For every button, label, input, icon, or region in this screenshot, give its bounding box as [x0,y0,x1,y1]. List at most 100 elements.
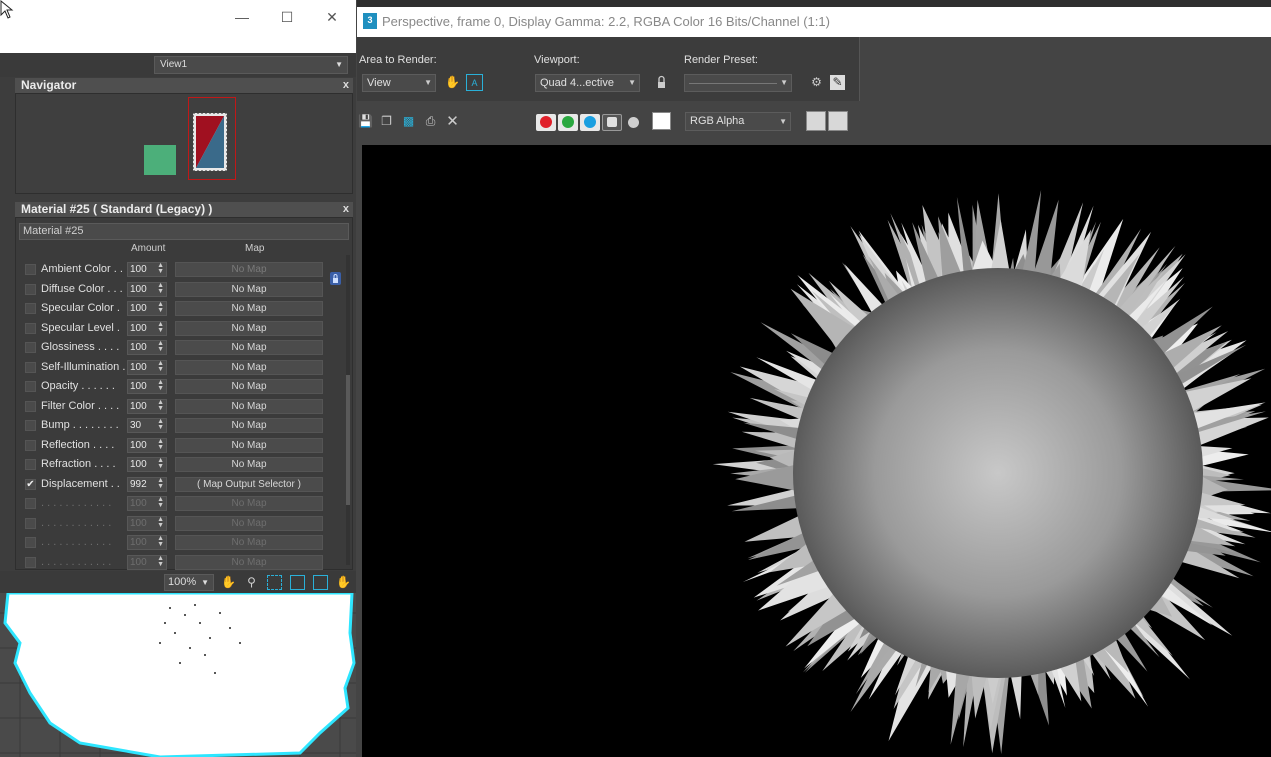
zoom-magnifier-icon[interactable]: ⚲ [244,575,259,590]
map-slot-button[interactable]: No Map [175,535,323,550]
rendered-image-area[interactable] [362,145,1271,757]
material-panel-header[interactable]: Material #25 ( Standard (Legacy) ) x [15,202,353,217]
material-close-icon[interactable]: x [343,202,349,217]
map-amount-spinner[interactable]: 100 ▲ ▼ [127,398,167,414]
map-enable-checkbox[interactable] [25,361,36,373]
copy-image-icon[interactable]: ❐ [378,113,395,130]
map-slot-button[interactable]: No Map [175,281,323,297]
map-enable-checkbox[interactable] [25,322,36,334]
monochrome-toggle-icon[interactable] [628,117,639,128]
map-enable-checkbox[interactable] [25,420,36,431]
map-enable-checkbox[interactable] [25,283,36,295]
map-slot-button[interactable]: No Map [175,418,323,433]
map-enable-checkbox[interactable]: ✔ [25,478,36,490]
map-amount-spinner[interactable]: 100 ▲ ▼ [127,320,167,336]
map-enable-checkbox[interactable] [25,556,36,568]
map-row: . . . . . . . . . . . . 100 ▲ ▼ No Map [20,554,326,572]
zoom-dropdown[interactable]: 100% ▼ [164,574,214,591]
material-name-input[interactable]: Material #25 [19,223,349,240]
map-slot-button[interactable]: No Map [175,359,323,375]
pan-to-selected-icon[interactable]: ✋ [336,575,351,590]
blue-channel-toggle[interactable] [580,114,600,131]
navigator-panel-header[interactable]: Navigator x [15,78,353,93]
pan-hand-icon[interactable]: ✋ [221,575,236,590]
map-slot-button[interactable]: No Map [175,515,323,531]
red-channel-toggle[interactable] [536,114,556,131]
render-preset-dropdown[interactable]: ▼ [684,74,792,92]
clear-image-icon[interactable]: ✕ [444,113,461,130]
map-enable-checkbox[interactable] [25,459,36,470]
toggle-ui-icon[interactable] [828,111,848,131]
map-slot-button[interactable]: No Map [175,262,323,277]
auto-region-icon[interactable]: A [466,74,483,91]
environment-effects-icon[interactable]: ✎ [830,75,845,90]
map-amount-spinner[interactable]: 100 ▲ ▼ [127,359,167,375]
map-amount-spinner[interactable]: 992 ▲ ▼ [127,476,167,492]
map-amount-spinner[interactable]: 100 ▲ ▼ [127,281,167,297]
map-amount-value: 30 [130,420,142,431]
map-slot-button[interactable]: No Map [175,398,323,414]
map-slot-button[interactable]: No Map [175,437,323,453]
save-image-icon[interactable]: 💾 [357,113,374,130]
area-to-render-dropdown[interactable]: View ▼ [362,74,436,92]
zoom-extents-icon[interactable] [290,575,305,590]
zoom-extents-selected-icon[interactable] [313,575,328,590]
map-amount-spinner[interactable]: 100 ▲ ▼ [127,340,167,355]
channel-display-dropdown[interactable]: RGB Alpha ▼ [685,112,791,131]
map-enable-checkbox[interactable] [25,439,36,451]
area-to-render-label: Area to Render: [359,54,437,66]
map-amount-spinner[interactable]: 100 ▲ ▼ [127,535,167,550]
map-slot-button[interactable]: No Map [175,496,323,511]
map-enable-checkbox[interactable] [25,303,36,314]
map-amount-value: 100 [130,264,147,275]
navigator-close-icon[interactable]: x [343,78,349,93]
map-amount-spinner[interactable]: 100 ▲ ▼ [127,554,167,570]
green-channel-toggle[interactable] [558,114,578,131]
map-enable-checkbox[interactable] [25,400,36,412]
zoom-region-icon[interactable] [267,575,282,590]
edit-region-hand-icon[interactable]: ✋ [444,74,461,91]
map-slot-button[interactable]: No Map [175,554,323,570]
map-slot-button[interactable]: No Map [175,340,323,355]
map-row-label: Displacement . . [41,477,120,490]
sphere-core [793,268,1203,678]
map-amount-spinner[interactable]: 100 ▲ ▼ [127,457,167,472]
map-enable-checkbox[interactable] [25,537,36,548]
navigator-view[interactable] [15,93,353,194]
lock-ambient-diffuse-button[interactable] [330,272,341,285]
map-slot-button[interactable]: ( Map Output Selector ) [175,476,323,492]
swatch-color-box[interactable] [652,112,671,130]
map-slot-button[interactable]: No Map [175,457,323,472]
clone-frame-icon[interactable]: ▩ [400,113,417,130]
toggle-ui-overlay-icon[interactable] [806,111,826,131]
map-amount-value: 100 [130,556,147,568]
slate-view-canvas[interactable] [0,593,356,757]
map-amount-spinner[interactable]: 100 ▲ ▼ [127,262,167,277]
map-enable-checkbox[interactable] [25,517,36,529]
map-enable-checkbox[interactable] [25,498,36,509]
map-amount-spinner[interactable]: 100 ▲ ▼ [127,515,167,531]
map-amount-spinner[interactable]: 100 ▲ ▼ [127,437,167,453]
lock-viewport-icon[interactable] [653,74,670,91]
map-slot-button[interactable]: No Map [175,379,323,394]
close-window-button[interactable]: ✕ [322,8,342,26]
render-setup-teapot-icon[interactable]: ⚙ [808,74,825,91]
material-scrollbar-thumb[interactable] [346,375,350,505]
map-enable-checkbox[interactable] [25,342,36,353]
map-amount-spinner[interactable]: 30 ▲ ▼ [127,418,167,433]
viewport-dropdown[interactable]: Quad 4...ective ▼ [535,74,640,92]
lock-icon [333,274,338,283]
map-amount-spinner[interactable]: 100 ▲ ▼ [127,496,167,511]
map-slot-button[interactable]: No Map [175,301,323,316]
map-enable-checkbox[interactable] [25,381,36,392]
map-amount-spinner[interactable]: 100 ▲ ▼ [127,379,167,394]
print-image-icon[interactable]: ⎙ [422,113,439,130]
map-slot-button[interactable]: No Map [175,320,323,336]
spinner-arrows-icon: ▲ ▼ [157,515,164,529]
maximize-button[interactable]: ☐ [277,8,297,26]
view-dropdown[interactable]: View1 ▼ [154,56,348,74]
minimize-button[interactable]: — [232,8,252,26]
alpha-channel-toggle[interactable] [602,114,622,131]
map-amount-spinner[interactable]: 100 ▲ ▼ [127,301,167,316]
map-enable-checkbox[interactable] [25,264,36,275]
